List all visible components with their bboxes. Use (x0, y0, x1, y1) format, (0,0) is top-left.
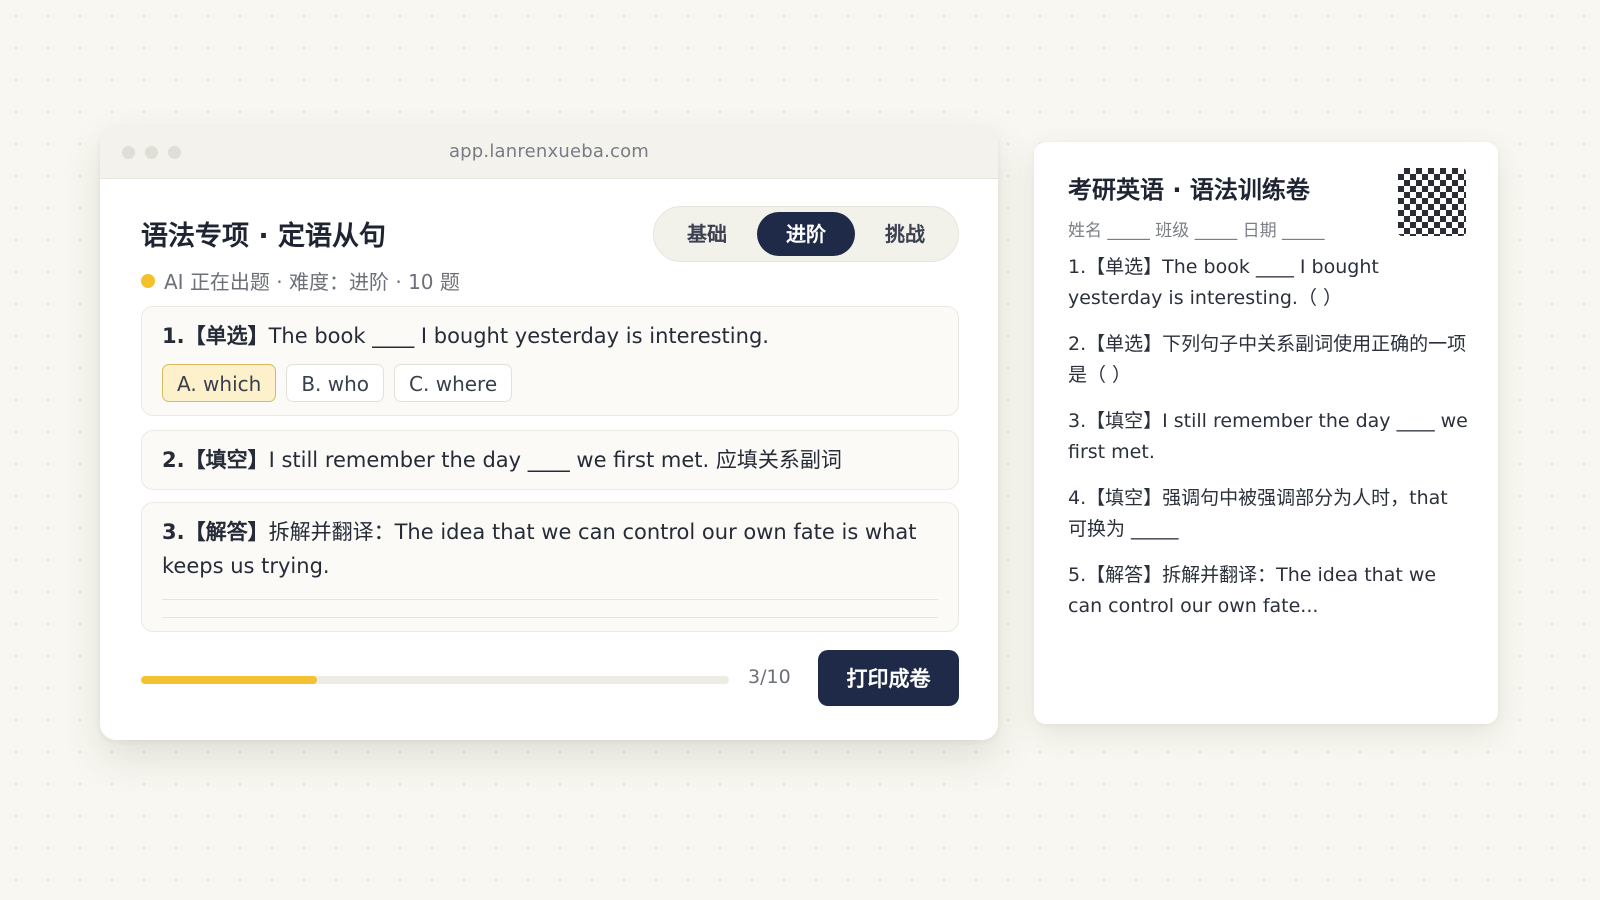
exam-paper-preview: 考研英语 · 语法训练卷 姓名 _____ 班级 _____ 日期 _____ … (1034, 142, 1498, 724)
page-title: 语法专项 · 定语从句 (141, 221, 387, 252)
answer-line[interactable] (162, 617, 938, 618)
paper-question-item: 4.【填空】强调句中被强调部分为人时，that 可换为 _____ (1068, 487, 1448, 540)
question-body: The book ____ I bought yesterday is inte… (268, 324, 769, 348)
answer-options: A. which B. who C. where (162, 364, 513, 402)
browser-window: app.lanrenxueba.com 语法专项 · 定语从句 基础 进阶 挑战… (100, 126, 998, 740)
paper-question-list: 1.【单选】The book ____ I bought yesterday i… (1068, 252, 1468, 637)
question-card-1: 1.【单选】The book ____ I bought yesterday i… (141, 306, 959, 416)
question-card-2: 2.【填空】I still remember the day ____ we f… (141, 430, 959, 490)
print-paper-button[interactable]: 打印成卷 (818, 650, 959, 706)
question-number: 2. (162, 448, 185, 472)
question-text-2: 2.【填空】I still remember the day ____ we f… (162, 443, 938, 477)
generation-status: AI 正在出题 · 难度：进阶 · 10 题 (141, 266, 460, 295)
paper-question-item: 5.【解答】拆解并翻译：The idea that we can control… (1068, 564, 1437, 617)
question-body: I still remember the day ____ we first m… (268, 448, 842, 472)
option-c[interactable]: C. where (394, 364, 513, 402)
question-card-3: 3.【解答】拆解并翻译：The idea that we can control… (141, 502, 959, 632)
paper-student-fields: 姓名 _____ 班级 _____ 日期 _____ (1068, 221, 1325, 241)
answer-line[interactable] (162, 599, 938, 600)
progress-bar (141, 676, 729, 684)
question-text-3: 3.【解答】拆解并翻译：The idea that we can control… (162, 515, 938, 583)
paper-title: 考研英语 · 语法训练卷 (1068, 176, 1310, 204)
status-indicator-dot (141, 273, 155, 288)
qr-code-icon (1398, 168, 1466, 236)
question-tag: 【填空】 (184, 448, 269, 472)
address-bar-url[interactable]: app.lanrenxueba.com (100, 141, 998, 162)
progress-count: 3/10 (748, 666, 791, 688)
tab-challenge[interactable]: 挑战 (860, 212, 950, 256)
status-text: AI 正在出题 · 难度：进阶 · 10 题 (164, 270, 460, 294)
difficulty-tabs: 基础 进阶 挑战 (653, 206, 959, 262)
browser-titlebar: app.lanrenxueba.com (100, 126, 998, 179)
question-number: 1. (162, 324, 185, 348)
option-b[interactable]: B. who (286, 364, 385, 402)
option-a[interactable]: A. which (162, 364, 277, 402)
paper-question-item: 3.【填空】I still remember the day ____ we f… (1068, 410, 1468, 463)
question-body: 拆解并翻译：The idea that we can control our o… (162, 520, 917, 578)
question-tag: 【单选】 (184, 324, 269, 348)
tab-basic[interactable]: 基础 (664, 212, 750, 256)
question-text-1: 1.【单选】The book ____ I bought yesterday i… (162, 319, 938, 353)
question-number: 3. (162, 520, 185, 544)
question-tag: 【解答】 (184, 520, 269, 544)
paper-question-item: 2.【单选】下列句子中关系副词使用正确的一项是（ ） (1068, 333, 1467, 386)
tab-advanced[interactable]: 进阶 (757, 212, 855, 256)
paper-question-item: 1.【单选】The book ____ I bought yesterday i… (1068, 256, 1379, 309)
progress-bar-fill (141, 676, 318, 684)
